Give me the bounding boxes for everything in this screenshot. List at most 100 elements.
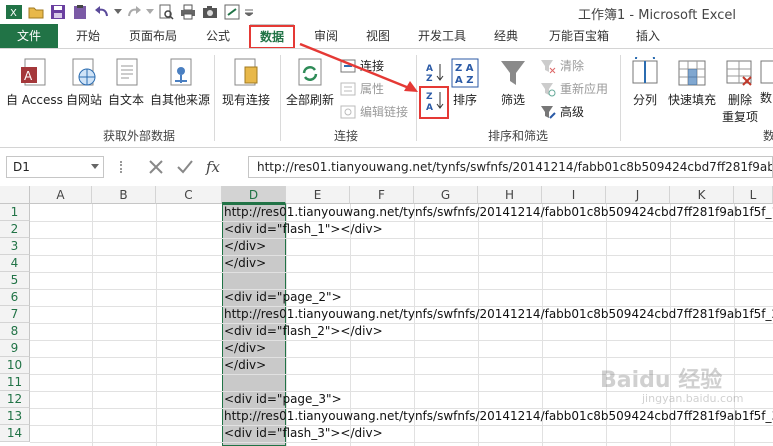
row-header-11[interactable]: 11 <box>0 374 30 391</box>
connections-label: 连接 <box>360 59 385 73</box>
from-other-sources-label: 自其他来源 <box>150 93 211 107</box>
edit-links-button[interactable]: 编辑链接 <box>340 103 408 120</box>
column-header-c[interactable]: C <box>156 186 222 204</box>
select-all-corner[interactable] <box>0 186 30 204</box>
undo-icon[interactable] <box>92 3 112 21</box>
remove-duplicates-button[interactable]: 删除 重复项 <box>722 57 758 125</box>
redo-dropdown-icon[interactable] <box>146 3 154 21</box>
filter-button[interactable]: 筛选 <box>498 57 528 108</box>
cell-d2[interactable]: <div id="flash_1"></div> <box>224 221 383 238</box>
text-to-columns-icon <box>632 57 658 84</box>
cell-d9[interactable]: </div> <box>224 340 266 357</box>
from-text-button[interactable]: 自文本 <box>108 57 144 108</box>
row-header-8[interactable]: 8 <box>0 323 30 340</box>
refresh-all-button[interactable]: 全部刷新 <box>286 57 334 108</box>
column-header-k[interactable]: K <box>670 186 734 204</box>
row-header-5[interactable]: 5 <box>0 272 30 289</box>
cell-d3[interactable]: </div> <box>224 238 266 255</box>
more-data-tools-button[interactable]: 数 <box>760 57 773 106</box>
column-header-h[interactable]: H <box>478 186 542 204</box>
row-header-1[interactable]: 1 <box>0 204 30 221</box>
from-other-sources-button[interactable]: 自其他来源 <box>150 57 210 108</box>
column-header-f[interactable]: F <box>350 186 414 204</box>
existing-connections-label: 现有连接 <box>222 93 271 107</box>
reapply-button[interactable]: 重新应用 <box>540 80 608 97</box>
tab-developer[interactable]: 开发工具 <box>410 24 474 48</box>
redo-icon[interactable] <box>124 3 144 21</box>
clear-filter-label: 清除 <box>560 59 585 73</box>
flash-fill-button[interactable]: 快速填充 <box>668 57 716 108</box>
camera-icon[interactable] <box>200 3 220 21</box>
ribbon-separator <box>280 55 281 141</box>
column-header-a[interactable]: A <box>30 186 92 204</box>
row-header-9[interactable]: 9 <box>0 340 30 357</box>
row-header-10[interactable]: 10 <box>0 357 30 374</box>
column-header-g[interactable]: G <box>414 186 478 204</box>
row-header-6[interactable]: 6 <box>0 289 30 306</box>
column-header-b[interactable]: B <box>92 186 156 204</box>
cell-d4[interactable]: </div> <box>224 255 266 272</box>
web-icon <box>72 58 96 86</box>
sheet-nav-icon[interactable] <box>222 3 242 21</box>
cell-d12[interactable]: <div id="page_3"> <box>224 391 342 408</box>
clear-filter-button[interactable]: 清除 <box>540 57 584 74</box>
tab-review[interactable]: 审阅 <box>306 24 346 48</box>
column-header-j[interactable]: J <box>606 186 670 204</box>
formula-input[interactable]: http://res01.tianyouwang.net/tynfs/swfnf… <box>248 156 773 178</box>
column-header-l[interactable]: L <box>734 186 773 204</box>
name-box[interactable]: D1 <box>6 156 104 178</box>
from-text-label: 自文本 <box>108 93 145 107</box>
row-header-12[interactable]: 12 <box>0 391 30 408</box>
row-header-14[interactable]: 14 <box>0 425 30 442</box>
customize-qat-icon[interactable] <box>244 3 254 21</box>
sort-a-to-z-button[interactable]: AZ <box>424 61 446 83</box>
cancel-icon[interactable] <box>148 159 164 175</box>
text-to-columns-button[interactable]: 分列 <box>630 57 660 108</box>
tab-file[interactable]: 文件 <box>0 24 58 48</box>
enter-icon[interactable] <box>176 159 194 175</box>
print-icon[interactable] <box>178 3 198 21</box>
cell-d10[interactable]: </div> <box>224 357 266 374</box>
cell-d7[interactable]: http://res01.tianyouwang.net/tynfs/swfnf… <box>224 306 773 323</box>
row-header-4[interactable]: 4 <box>0 255 30 272</box>
tab-classic[interactable]: 经典 <box>486 24 526 48</box>
cell-d8[interactable]: <div id="flash_2"></div> <box>224 323 383 340</box>
cell-d1[interactable]: http://res01.tianyouwang.net/tynfs/swfnf… <box>224 204 773 221</box>
sort-z-to-a-highlight <box>419 86 449 119</box>
insert-function-icon[interactable]: fx <box>206 158 220 176</box>
cell-d14[interactable]: <div id="flash_3"></div> <box>224 425 383 442</box>
row-header-2[interactable]: 2 <box>0 221 30 238</box>
existing-connections-button[interactable]: 现有连接 <box>222 57 270 108</box>
tab-formulas[interactable]: 公式 <box>198 24 238 48</box>
tab-home[interactable]: 开始 <box>68 24 108 48</box>
column-header-d[interactable]: D <box>222 186 286 204</box>
undo-dropdown-icon[interactable] <box>114 3 122 21</box>
cell-d6[interactable]: <div id="page_2"> <box>224 289 342 306</box>
properties-button[interactable]: 属性 <box>340 80 384 97</box>
worksheet-grid[interactable]: A B C D E F G H I J K L 1 http://res01.t… <box>0 186 773 446</box>
open-icon[interactable] <box>26 3 46 21</box>
connections-button[interactable]: 连接 <box>340 57 384 74</box>
tab-page-layout[interactable]: 页面布局 <box>122 24 184 48</box>
advanced-filter-button[interactable]: 高级 <box>540 103 584 120</box>
tab-insert[interactable]: 插入 <box>628 24 668 48</box>
cell-d13[interactable]: http://res01.tianyouwang.net/tynfs/swfnf… <box>224 408 773 425</box>
chevron-down-icon[interactable] <box>91 164 99 169</box>
save-icon[interactable] <box>48 3 68 21</box>
column-header-i[interactable]: I <box>542 186 606 204</box>
from-access-button[interactable]: A 自 Access <box>6 57 63 108</box>
print-preview-icon[interactable] <box>156 3 176 21</box>
column-header-e[interactable]: E <box>286 186 350 204</box>
row-header-3[interactable]: 3 <box>0 238 30 255</box>
other-sources-icon <box>170 58 192 86</box>
row-header-13[interactable]: 13 <box>0 408 30 425</box>
tab-wanneng[interactable]: 万能百宝箱 <box>540 24 618 48</box>
sort-button[interactable]: Z AA Z 排序 <box>450 57 480 108</box>
excel-logo-icon[interactable]: X <box>4 3 24 21</box>
tab-view[interactable]: 视图 <box>358 24 398 48</box>
paste-icon[interactable] <box>70 3 90 21</box>
formula-bar-grip[interactable] <box>120 161 123 173</box>
from-web-button[interactable]: 自网站 <box>66 57 102 108</box>
row-header-7[interactable]: 7 <box>0 306 30 323</box>
formula-bar: D1 fx http://res01.tianyouwang.net/tynfs… <box>0 154 773 180</box>
